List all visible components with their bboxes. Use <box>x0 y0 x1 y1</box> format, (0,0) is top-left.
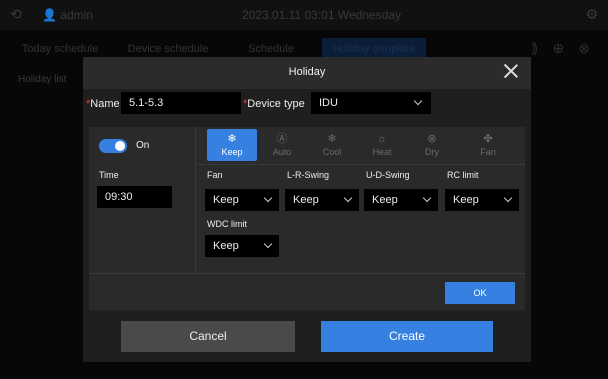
droplet-icon: ⊗ <box>427 133 437 145</box>
wdc-limit-label: WDC limit <box>207 219 247 229</box>
create-button[interactable]: Create <box>321 321 493 352</box>
gear-icon[interactable]: ⚙ <box>585 6 598 23</box>
toolbar-icons: ⟫ ⊕ ⊗ <box>531 40 590 57</box>
wdc-limit-select[interactable]: Keep <box>205 235 279 257</box>
ud-swing-select[interactable]: Keep <box>364 189 438 211</box>
lr-swing-select[interactable]: Keep <box>285 189 359 211</box>
sun-icon: ☼ <box>376 133 388 145</box>
mode-cool-label: Cool <box>322 147 342 157</box>
rc-limit-value: Keep <box>453 194 479 206</box>
rc-limit-select[interactable]: Keep <box>445 189 519 211</box>
ud-swing-value: Keep <box>372 194 398 206</box>
chevron-down-icon <box>263 193 273 203</box>
mode-heat-label: Heat <box>372 147 392 157</box>
user-name: admin <box>60 8 93 22</box>
device-type-label: *Device type <box>243 98 305 110</box>
mode-dry-label: Dry <box>425 147 439 157</box>
mode-auto[interactable]: Ⓐ Auto <box>257 129 307 161</box>
mode-cool[interactable]: ❄ Cool <box>307 129 357 161</box>
add-icon[interactable]: ⊕ <box>553 40 565 57</box>
dialog-header: Holiday <box>83 57 531 89</box>
action-panel: On ❄ Keep Ⓐ Auto ❄ Cool ☼ Heat ⊗ Dry ✤ F… <box>89 127 525 310</box>
fan-icon: ✤ <box>483 133 493 145</box>
chevron-down-icon <box>503 193 513 203</box>
cancel-button[interactable]: Cancel <box>121 321 295 352</box>
filter-icon[interactable]: ⟫ <box>531 40 539 57</box>
device-type-value: IDU <box>319 97 338 109</box>
mode-fan[interactable]: ✤ Fan <box>463 129 513 161</box>
name-label: *Name <box>86 98 120 110</box>
mode-fan-label: Fan <box>480 147 496 157</box>
device-type-select[interactable]: IDU <box>311 92 431 114</box>
back-icon[interactable]: ⟲ <box>10 6 22 23</box>
lr-swing-value: Keep <box>293 194 319 206</box>
close-icon[interactable] <box>503 63 519 79</box>
snowflake-icon: ❄ <box>327 133 337 145</box>
rc-limit-label: RC limit <box>447 170 479 180</box>
chevron-down-icon <box>413 96 423 106</box>
power-toggle[interactable] <box>99 139 127 153</box>
chevron-down-icon <box>343 193 353 203</box>
mode-dry[interactable]: ⊗ Dry <box>407 129 457 161</box>
keep-icon: ❄ <box>227 133 237 145</box>
datetime-label: 2023.01.11 03:01 Wednesday <box>242 8 402 22</box>
dialog-title: Holiday <box>288 66 326 78</box>
wdc-limit-value: Keep <box>213 240 239 252</box>
chevron-down-icon <box>422 193 432 203</box>
fan-select[interactable]: Keep <box>205 189 279 211</box>
lr-swing-label: L-R-Swing <box>287 170 330 180</box>
time-label: Time <box>99 170 119 180</box>
chevron-down-icon <box>263 239 273 249</box>
ud-swing-label: U-D-Swing <box>366 170 410 180</box>
power-label: On <box>136 140 150 151</box>
toggle-knob <box>115 141 125 151</box>
fan-value: Keep <box>213 194 239 206</box>
top-bar: ⟲ 👤 admin 2023.01.11 03:01 Wednesday ⚙ <box>0 0 608 30</box>
delete-icon[interactable]: ⊗ <box>578 40 590 57</box>
name-input[interactable]: 5.1-5.3 <box>121 92 241 114</box>
ok-button[interactable]: OK <box>445 282 515 304</box>
holiday-dialog: Holiday *Name 5.1-5.3 *Device type IDU O… <box>83 57 531 362</box>
mode-heat[interactable]: ☼ Heat <box>357 129 407 161</box>
fan-label: Fan <box>207 170 223 180</box>
auto-icon: Ⓐ <box>276 133 288 145</box>
mode-keep-label: Keep <box>221 147 243 157</box>
mode-auto-label: Auto <box>272 147 292 157</box>
time-input[interactable]: 09:30 <box>97 186 172 208</box>
panel-footer-divider <box>89 273 525 274</box>
holiday-list-title: Holiday list <box>18 74 67 85</box>
user-label: 👤 admin <box>42 8 93 22</box>
panel-divider <box>196 164 525 165</box>
mode-keep[interactable]: ❄ Keep <box>207 129 257 161</box>
